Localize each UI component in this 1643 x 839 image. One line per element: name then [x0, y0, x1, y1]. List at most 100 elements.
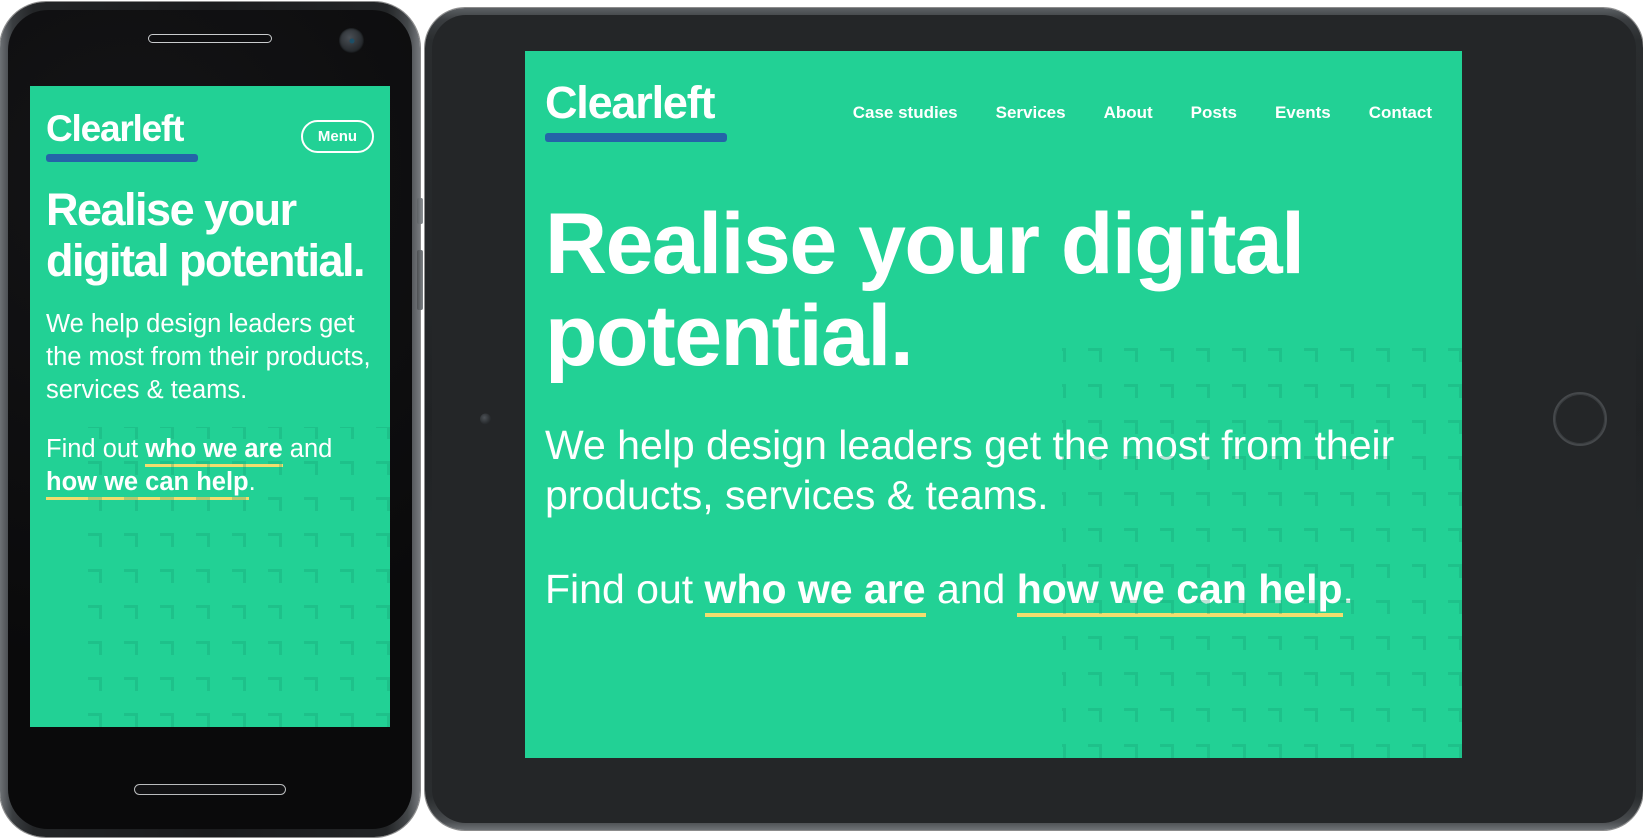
bracket-mark-icon	[160, 677, 174, 691]
logo-wordmark: Clearleft	[545, 77, 715, 128]
nav-item-posts[interactable]: Posts	[1191, 103, 1237, 123]
bracket-mark-icon	[304, 605, 318, 619]
bracket-mark-icon	[1448, 636, 1462, 650]
phone-find-middle: and	[282, 435, 333, 463]
bracket-mark-icon	[160, 533, 174, 547]
bracket-mark-icon	[88, 641, 102, 655]
bracket-mark-icon	[1376, 636, 1390, 650]
bracket-mark-icon	[1196, 744, 1210, 758]
nav-item-services[interactable]: Services	[996, 103, 1066, 123]
bracket-mark-icon	[340, 497, 354, 511]
bracket-mark-icon	[1124, 744, 1138, 758]
phone-headline: Realise your digital potential.	[46, 184, 366, 286]
mockup-stage: Clearleft Menu Realise your digital pote…	[0, 0, 1643, 839]
bracket-mark-icon	[304, 713, 318, 727]
phone-device-frame: Clearleft Menu Realise your digital pote…	[0, 2, 423, 837]
nav-item-events[interactable]: Events	[1275, 103, 1331, 123]
tablet-find-suffix: .	[1342, 566, 1354, 612]
phone-logo[interactable]: Clearleft	[46, 110, 198, 162]
bracket-mark-icon	[304, 641, 318, 655]
tablet-device-frame: Clearleft Case studies Services About Po…	[425, 8, 1643, 830]
bracket-mark-icon	[160, 641, 174, 655]
bracket-mark-icon	[268, 533, 282, 547]
bracket-mark-icon	[1376, 708, 1390, 722]
bracket-mark-icon	[376, 497, 390, 511]
bracket-mark-icon	[160, 605, 174, 619]
tablet-home-button[interactable]	[1553, 392, 1607, 446]
bracket-mark-icon	[1062, 744, 1066, 758]
bracket-mark-icon	[340, 641, 354, 655]
bracket-mark-icon	[1160, 744, 1174, 758]
nav-item-about[interactable]: About	[1104, 103, 1153, 123]
bracket-mark-icon	[1232, 708, 1246, 722]
bracket-mark-icon	[268, 641, 282, 655]
bracket-mark-icon	[376, 533, 390, 547]
bracket-mark-icon	[268, 569, 282, 583]
phone-website-viewport: Clearleft Menu Realise your digital pote…	[30, 86, 390, 727]
bracket-mark-icon	[1062, 672, 1066, 686]
tablet-link-how-we-can-help[interactable]: how we can help	[1016, 566, 1343, 617]
bracket-mark-icon	[304, 569, 318, 583]
phone-earpiece-speaker	[148, 34, 272, 43]
bracket-mark-icon	[232, 605, 246, 619]
bracket-mark-icon	[1412, 744, 1426, 758]
bracket-mark-icon	[1448, 672, 1462, 686]
phone-find-prefix: Find out	[46, 435, 146, 463]
bracket-mark-icon	[88, 677, 102, 691]
bracket-mark-icon	[268, 605, 282, 619]
bracket-mark-icon	[1448, 708, 1462, 722]
bracket-mark-icon	[124, 713, 138, 727]
phone-power-button[interactable]	[417, 198, 423, 224]
logo-wordmark: Clearleft	[46, 108, 184, 149]
bracket-mark-icon	[196, 533, 210, 547]
tablet-screen: Clearleft Case studies Services About Po…	[525, 51, 1462, 758]
tablet-lede-paragraph: We help design leaders get the most from…	[545, 422, 1395, 518]
bracket-mark-icon	[376, 713, 390, 727]
bracket-mark-icon	[1232, 672, 1246, 686]
menu-button[interactable]: Menu	[301, 119, 374, 153]
bracket-mark-icon	[1412, 708, 1426, 722]
bracket-mark-icon	[1088, 708, 1102, 722]
bracket-mark-icon	[376, 677, 390, 691]
bracket-mark-icon	[1088, 636, 1102, 650]
tablet-hero-content: Realise your digital potential. We help …	[525, 142, 1462, 617]
tablet-logo[interactable]: Clearleft	[545, 80, 727, 142]
bracket-mark-icon	[1088, 672, 1102, 686]
bracket-mark-icon	[196, 605, 210, 619]
bracket-mark-icon	[376, 641, 390, 655]
phone-link-how-we-can-help[interactable]: how we can help	[46, 468, 249, 500]
phone-screen: Clearleft Menu Realise your digital pote…	[30, 86, 390, 727]
bracket-mark-icon	[1304, 672, 1318, 686]
bracket-mark-icon	[1340, 636, 1354, 650]
bracket-mark-icon	[340, 533, 354, 547]
nav-item-case-studies[interactable]: Case studies	[853, 103, 958, 123]
bracket-mark-icon	[1268, 708, 1282, 722]
bracket-mark-icon	[376, 569, 390, 583]
logo-underline-stroke	[46, 154, 198, 162]
bracket-mark-icon	[1304, 708, 1318, 722]
bracket-mark-icon	[124, 641, 138, 655]
phone-front-camera-icon	[339, 28, 364, 53]
tablet-find-out-paragraph: Find out who we are and how we can help.	[545, 564, 1442, 617]
bracket-mark-icon	[196, 677, 210, 691]
tablet-find-prefix: Find out	[545, 566, 705, 612]
tablet-link-who-we-are[interactable]: who we are	[704, 566, 926, 617]
phone-volume-button[interactable]	[417, 250, 423, 310]
bracket-mark-icon	[1062, 708, 1066, 722]
phone-site-header: Clearleft Menu	[30, 86, 390, 162]
logo-underline-stroke	[545, 133, 727, 142]
bracket-mark-icon	[376, 605, 390, 619]
bracket-mark-icon	[1160, 672, 1174, 686]
bracket-mark-icon	[1196, 672, 1210, 686]
bracket-mark-icon	[124, 569, 138, 583]
bracket-mark-icon	[88, 605, 102, 619]
bracket-mark-icon	[1412, 636, 1426, 650]
bracket-mark-icon	[304, 677, 318, 691]
tablet-primary-nav: Case studies Services About Posts Events…	[853, 99, 1432, 123]
bracket-mark-icon	[232, 713, 246, 727]
nav-item-contact[interactable]: Contact	[1369, 103, 1432, 123]
bracket-mark-icon	[340, 569, 354, 583]
phone-link-who-we-are[interactable]: who we are	[145, 435, 283, 467]
bracket-mark-icon	[160, 569, 174, 583]
bracket-mark-icon	[340, 713, 354, 727]
